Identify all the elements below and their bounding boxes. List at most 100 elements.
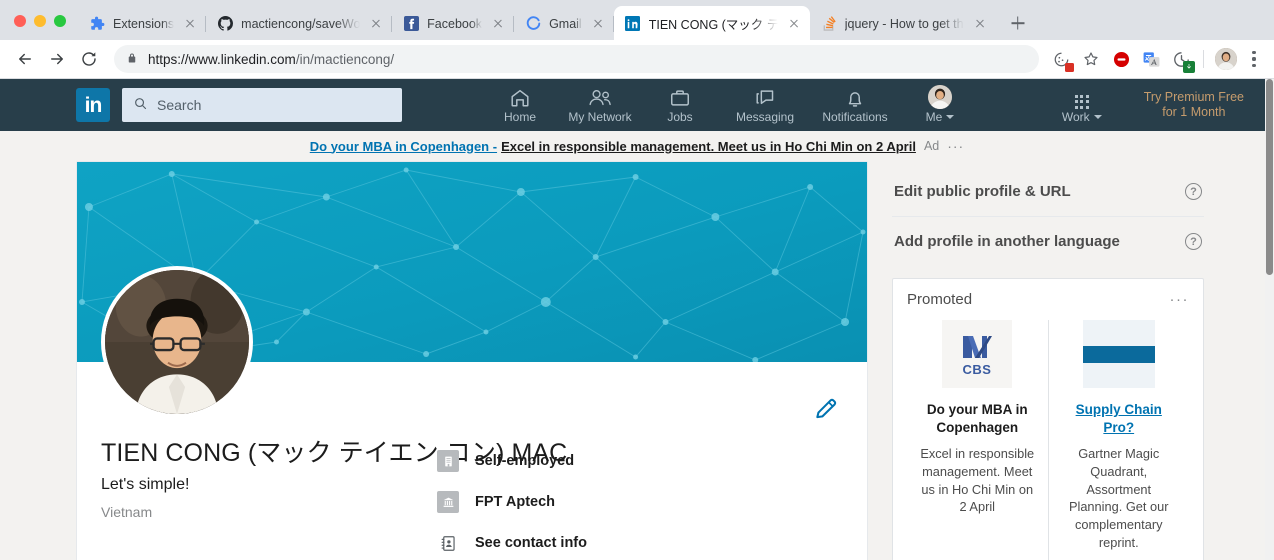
profile-photo[interactable]	[101, 266, 253, 418]
add-profile-language-link[interactable]: Add profile in another language ?	[892, 217, 1204, 266]
nav-item-work[interactable]: Work	[1042, 79, 1122, 131]
nav-item-jobs[interactable]: Jobs	[640, 79, 720, 131]
back-button[interactable]	[10, 44, 40, 74]
cbs-logo: CBS	[942, 320, 1013, 388]
url-origin: https://www.linkedin.com	[148, 51, 296, 67]
promoted-grid: CBS Do your MBA in Copenhagen Excel in r…	[907, 320, 1189, 560]
browser-tab-gmail[interactable]: Gmail	[514, 7, 614, 40]
nav-label: Notifications	[822, 109, 888, 124]
work-label: Work	[1061, 109, 1090, 124]
ad-tag: Ad	[923, 139, 940, 153]
address-bar[interactable]: https://www.linkedin.com/in/mactiencong/	[114, 45, 1039, 73]
tab-strip: Extensions mactiencong/saveWo Facebook G…	[0, 0, 1274, 40]
chrome-menu-icon[interactable]	[1242, 45, 1266, 73]
detail-company[interactable]: Self-employed	[437, 450, 697, 472]
question-mark-icon[interactable]: ?	[1185, 233, 1202, 250]
close-tab-button[interactable]	[590, 16, 606, 32]
promoted-card: Promoted ··· CBS Do your MBA in Copenhag…	[892, 278, 1204, 560]
nav-label: Jobs	[667, 109, 693, 124]
scrollbar-thumb[interactable]	[1266, 79, 1273, 275]
tab-title: Facebook	[427, 16, 483, 31]
detail-school[interactable]: FPT Aptech	[437, 491, 697, 513]
close-tab-button[interactable]	[786, 15, 802, 31]
ad-menu-button[interactable]: ···	[947, 138, 964, 154]
nav-item-notifications[interactable]: Notifications	[810, 79, 900, 131]
browser-tab-facebook[interactable]: Facebook	[392, 7, 514, 40]
nav-label: My Network	[568, 109, 632, 124]
google-translate-icon[interactable]	[1137, 45, 1165, 73]
promoted-ad-supply-chain[interactable]: Supply Chain Pro? Gartner Magic Quadrant…	[1049, 320, 1190, 560]
forward-button[interactable]	[42, 44, 72, 74]
close-tab-button[interactable]	[182, 16, 198, 32]
new-tab-button[interactable]	[1004, 9, 1032, 37]
cbs-logo-text: CBS	[963, 362, 992, 377]
browser-tab-extensions[interactable]: Extensions	[78, 7, 207, 40]
browser-window: Extensions mactiencong/saveWo Facebook G…	[0, 0, 1274, 560]
close-tab-button[interactable]	[368, 16, 384, 32]
close-window-button[interactable]	[14, 15, 26, 27]
minimize-window-button[interactable]	[34, 15, 46, 27]
promoted-menu-button[interactable]: ···	[1170, 291, 1190, 308]
nav-right: Work Try Premium Free for 1 Month	[1042, 79, 1254, 131]
linkedin-page: in Search Home My Network Jobs Messaging…	[0, 79, 1274, 560]
facebook-icon	[403, 16, 419, 32]
sidebar-link-label: Add profile in another language	[894, 233, 1120, 250]
try-premium-link[interactable]: Try Premium Free for 1 Month	[1144, 90, 1244, 120]
browser-tab-stackoverflow[interactable]: jquery - How to get th	[810, 7, 996, 40]
nav-items: Home My Network Jobs Messaging Notificat…	[480, 79, 980, 131]
school-icon	[437, 491, 459, 513]
nav-item-my-network[interactable]: My Network	[560, 79, 640, 131]
right-sidebar: Edit public profile & URL ? Add profile …	[892, 161, 1204, 560]
reload-button[interactable]	[74, 44, 104, 74]
promoted-ad-cbs[interactable]: CBS Do your MBA in Copenhagen Excel in r…	[907, 320, 1049, 560]
learn-more-button[interactable]: Learn more	[939, 552, 1015, 560]
people-icon	[588, 87, 612, 109]
cookie-blocked-icon[interactable]	[1047, 45, 1075, 73]
nav-label: Messaging	[735, 109, 795, 124]
linkedin-logo-icon[interactable]: in	[76, 88, 110, 122]
stackoverflow-icon	[821, 16, 837, 32]
browser-toolbar: https://www.linkedin.com/in/mactiencong/	[0, 40, 1274, 79]
bookmark-star-icon[interactable]	[1077, 45, 1105, 73]
chevron-down-icon	[946, 114, 955, 119]
browser-tab-github[interactable]: mactiencong/saveWo	[206, 7, 393, 40]
linkedin-navbar: in Search Home My Network Jobs Messaging…	[0, 79, 1274, 131]
premium-line-1: Try Premium Free	[1143, 90, 1244, 104]
maximize-window-button[interactable]	[54, 15, 66, 27]
me-label: Me	[925, 109, 943, 124]
tab-list: Extensions mactiencong/saveWo Facebook G…	[78, 0, 1274, 40]
toolbar-icons	[1047, 45, 1266, 73]
nav-label-work: Work	[1062, 110, 1102, 124]
search-input[interactable]: Search	[122, 88, 402, 122]
profile-body: TIEN CONG (マック テイエン コン) MAC Let's simple…	[77, 266, 867, 560]
detail-label: Self-employed	[475, 453, 575, 469]
grid-icon	[1074, 87, 1089, 109]
close-tab-button[interactable]	[490, 16, 506, 32]
see-contact-info-link[interactable]: See contact info	[437, 532, 697, 554]
bell-icon	[844, 87, 866, 109]
ad-body-text[interactable]: Excel in responsible management. Meet us…	[501, 139, 916, 154]
page-scrollbar[interactable]	[1265, 79, 1274, 560]
edit-profile-button[interactable]	[813, 396, 839, 427]
window-controls	[0, 15, 78, 40]
home-icon	[509, 87, 531, 109]
nav-item-home[interactable]: Home	[480, 79, 560, 131]
promoted-body: Excel in responsible management. Meet us…	[920, 445, 1035, 515]
nav-item-messaging[interactable]: Messaging	[720, 79, 810, 131]
page-content: TIEN CONG (マック テイエン コン) MAC Let's simple…	[0, 161, 1274, 560]
promoted-heading-link[interactable]: Supply Chain Pro?	[1059, 401, 1180, 438]
profile-avatar[interactable]	[1212, 45, 1240, 73]
nav-item-me[interactable]: Me	[900, 79, 980, 131]
browser-tab-linkedin-active[interactable]: TIEN CONG (マック テ	[613, 6, 810, 40]
question-mark-icon[interactable]: ?	[1185, 183, 1202, 200]
ad-banner: Do your MBA in Copenhagen - Excel in res…	[0, 131, 1274, 161]
close-tab-button[interactable]	[972, 16, 988, 32]
learn-more-button[interactable]: Learn more	[1081, 552, 1157, 560]
tab-title: Extensions	[113, 16, 175, 31]
promoted-heading: Do your MBA in Copenhagen	[926, 402, 1028, 436]
ad-headline-link[interactable]: Do your MBA in Copenhagen -	[310, 139, 497, 154]
company-icon	[437, 450, 459, 472]
history-download-icon[interactable]	[1167, 45, 1195, 73]
edit-public-profile-link[interactable]: Edit public profile & URL ?	[892, 167, 1204, 216]
adblock-icon[interactable]	[1107, 45, 1135, 73]
